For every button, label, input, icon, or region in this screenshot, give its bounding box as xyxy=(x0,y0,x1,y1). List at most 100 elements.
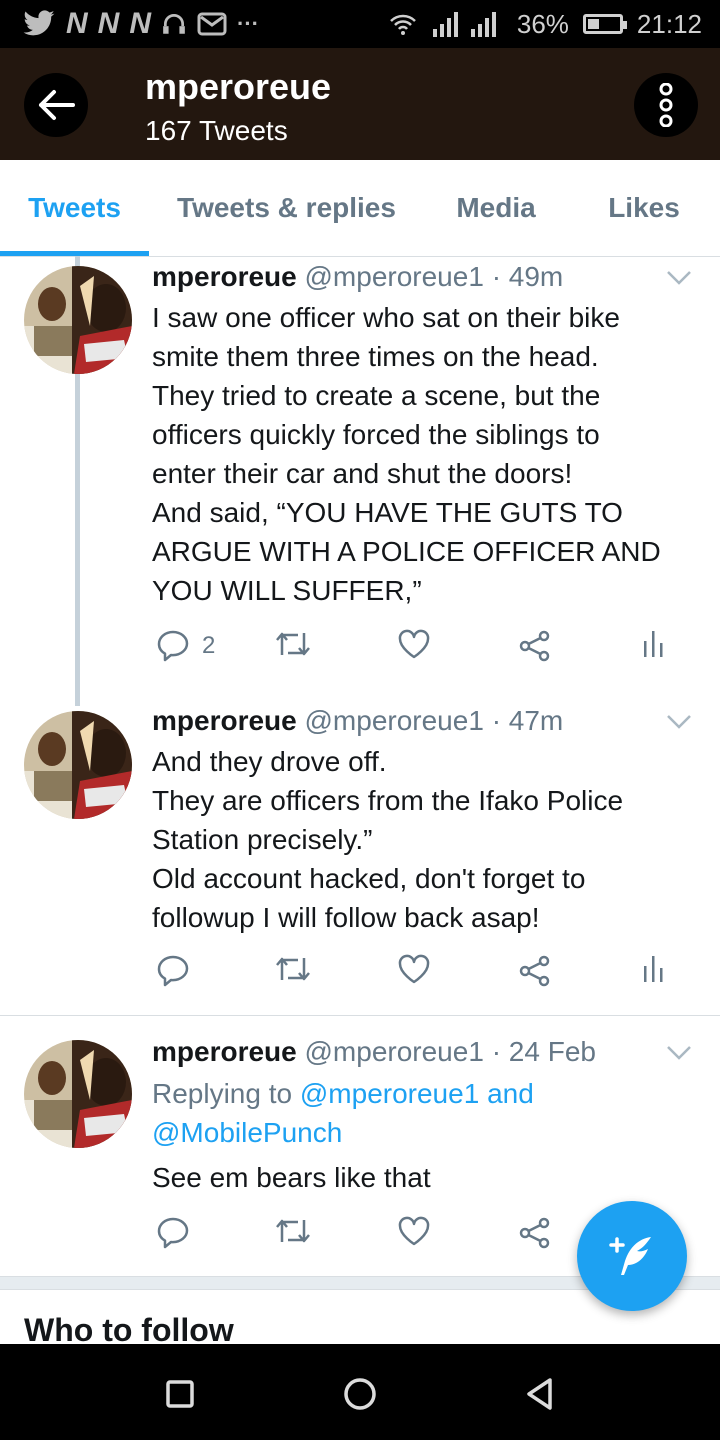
tweet-line: YOU WILL SUFFER,” xyxy=(152,575,422,606)
tab-media[interactable]: Media xyxy=(424,160,568,256)
notification-icons: N N N ··· xyxy=(0,7,259,41)
tab-likes[interactable]: Likes xyxy=(568,160,720,256)
author-handle[interactable]: @mperoreue1 xyxy=(305,705,484,736)
n-icon: N xyxy=(66,7,88,40)
tweet-line: Old account hacked, don't forget to xyxy=(152,863,586,894)
share-button[interactable] xyxy=(518,629,552,663)
profile-header: mperoreue 167 Tweets xyxy=(0,48,720,160)
reply-mention[interactable]: @MobilePunch xyxy=(152,1117,342,1148)
wifi-icon xyxy=(389,14,416,35)
retweet-icon xyxy=(276,632,310,656)
retweet-button[interactable] xyxy=(274,629,312,659)
battery-percent: 36% xyxy=(516,8,569,39)
tweet-menu-button[interactable] xyxy=(666,270,692,291)
compose-feather-icon xyxy=(609,1237,651,1275)
mail-icon xyxy=(197,12,227,36)
tweet-line: officers quickly forced the siblings to xyxy=(152,419,600,450)
tweet-count: 167 Tweets xyxy=(145,115,288,146)
tweet-time: · 24 Feb xyxy=(491,1036,596,1067)
tweet-menu-button[interactable] xyxy=(666,1045,692,1066)
tweet[interactable]: mperoreue @mperoreue1 · 49m I saw one of… xyxy=(0,256,720,700)
replying-to-label: Replying to xyxy=(152,1078,293,1109)
tweet-header: mperoreue @mperoreue1 · 24 Feb xyxy=(152,1036,596,1068)
back-button[interactable] xyxy=(24,73,88,137)
tweet-line: And they drove off. xyxy=(152,746,387,777)
retweet-button[interactable] xyxy=(274,1216,312,1246)
tweet-actions xyxy=(152,954,692,994)
heart-icon xyxy=(398,954,430,984)
tweet-line: See em bears like that xyxy=(152,1162,431,1193)
analytics-icon xyxy=(644,956,663,982)
author-handle[interactable]: @mperoreue1 xyxy=(305,1036,484,1067)
chevron-down-icon xyxy=(667,1046,691,1060)
tweet-line: smite them three times on the head. xyxy=(152,341,599,372)
home-button[interactable] xyxy=(340,1374,380,1414)
tweet-header: mperoreue @mperoreue1 · 47m xyxy=(152,705,563,737)
tweet-line: ARGUE WITH A POLICE OFFICER AND xyxy=(152,536,661,567)
retweet-icon xyxy=(276,957,310,981)
system-icons: 36% 21:12 xyxy=(389,9,720,40)
compose-tweet-button[interactable] xyxy=(577,1201,687,1311)
signal-icon xyxy=(432,12,496,37)
reply-button[interactable]: 2 xyxy=(156,629,215,663)
profile-tabs: Tweets Tweets & replies Media Likes xyxy=(0,160,720,257)
tweet-actions: 2 xyxy=(152,629,692,669)
analytics-button[interactable] xyxy=(642,954,666,984)
reply-button[interactable] xyxy=(156,954,190,988)
avatar[interactable] xyxy=(24,266,132,374)
triangle-back-icon xyxy=(527,1378,552,1410)
like-button[interactable] xyxy=(397,954,431,984)
author-handle[interactable]: @mperoreue1 xyxy=(305,261,484,292)
share-button[interactable] xyxy=(518,1216,552,1250)
avatar[interactable] xyxy=(24,1040,132,1148)
square-icon xyxy=(166,1380,194,1408)
tweet-line: They are officers from the Ifako Police xyxy=(152,785,624,816)
tweet-line: And said, “YOU HAVE THE GUTS TO xyxy=(152,497,623,528)
analytics-button[interactable] xyxy=(642,629,666,659)
retweet-button[interactable] xyxy=(274,954,312,984)
clock: 21:12 xyxy=(636,8,702,39)
tab-tweets-replies[interactable]: Tweets & replies xyxy=(149,160,424,256)
like-button[interactable] xyxy=(397,1216,431,1246)
recents-button[interactable] xyxy=(160,1374,200,1414)
headset-icon xyxy=(163,13,185,34)
battery-icon xyxy=(582,14,627,34)
arrow-left-icon xyxy=(39,90,75,120)
circle-icon xyxy=(344,1378,376,1410)
tweet-line: I saw one officer who sat on their bike xyxy=(152,302,620,333)
author-name[interactable]: mperoreue xyxy=(152,705,297,736)
analytics-icon xyxy=(644,631,663,657)
reply-mention[interactable]: @mperoreue1 xyxy=(300,1078,479,1109)
tweet-header: mperoreue @mperoreue1 · 49m xyxy=(152,261,563,293)
tweet-text: See em bears like that xyxy=(152,1158,692,1197)
more-icon: ··· xyxy=(237,11,259,36)
tweet-text: And they drove off. They are officers fr… xyxy=(152,742,692,937)
share-button[interactable] xyxy=(518,954,552,988)
share-icon xyxy=(519,1217,550,1249)
overflow-menu-button[interactable] xyxy=(634,73,698,137)
more-vertical-icon xyxy=(659,83,673,127)
author-name[interactable]: mperoreue xyxy=(152,261,297,292)
chevron-down-icon xyxy=(667,715,691,729)
tweet-line: They tried to create a scene, but the xyxy=(152,380,601,411)
like-button[interactable] xyxy=(397,629,431,659)
system-nav-bar xyxy=(0,1344,720,1440)
tweet-menu-button[interactable] xyxy=(666,714,692,735)
share-icon xyxy=(519,955,550,987)
share-icon xyxy=(519,630,550,662)
retweet-icon xyxy=(276,1219,310,1243)
tweet-line: enter their car and shut the doors! xyxy=(152,458,573,489)
reply-and[interactable]: and xyxy=(487,1078,534,1109)
tab-tweets[interactable]: Tweets xyxy=(0,160,149,256)
tweet-line: Station precisely.” xyxy=(152,824,373,855)
tweet-time: · 49m xyxy=(491,261,564,292)
replying-to: Replying to @mperoreue1 and @MobilePunch xyxy=(152,1074,672,1152)
heart-icon xyxy=(398,629,430,659)
twitter-icon xyxy=(23,10,55,36)
avatar[interactable] xyxy=(24,711,132,819)
tweet[interactable]: mperoreue @mperoreue1 · 47m And they dro… xyxy=(0,700,720,1016)
reply-button[interactable] xyxy=(156,1216,190,1250)
back-nav-button[interactable] xyxy=(520,1374,560,1414)
tweet-text: I saw one officer who sat on their bike … xyxy=(152,298,692,610)
author-name[interactable]: mperoreue xyxy=(152,1036,297,1067)
